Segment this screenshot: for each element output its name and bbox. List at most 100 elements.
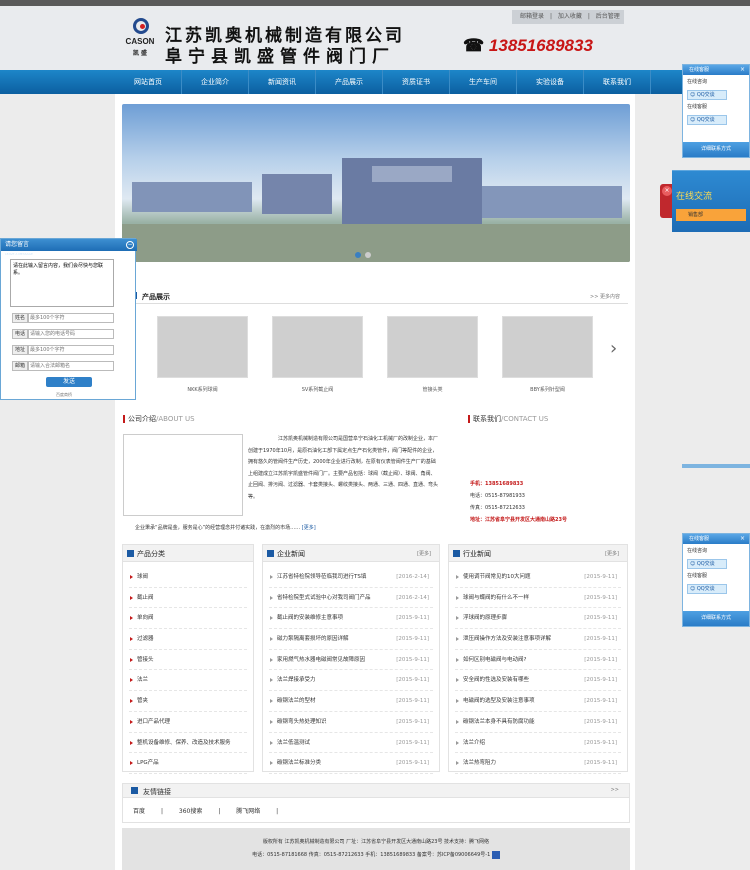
product-image[interactable]: [387, 316, 478, 378]
news-title[interactable]: 省特检院型式试验中心对我司阀门产品: [277, 595, 371, 601]
category-item[interactable]: 管接头: [129, 650, 247, 671]
product-image[interactable]: [157, 316, 248, 378]
nav-workshop[interactable]: 生产车间: [450, 70, 517, 94]
news-title[interactable]: 家用燃气热水器电磁阀常见故障原因: [277, 657, 365, 663]
name-input[interactable]: [28, 313, 114, 323]
news-item[interactable]: 安全阀的性选及安装有哪些 [2015-9-11]: [455, 670, 621, 692]
product-card[interactable]: NKK系列球阀: [155, 316, 250, 398]
product-caption[interactable]: BBY系列针型阀: [500, 386, 595, 393]
news-item[interactable]: 法兰低温测试 [2015-9-11]: [269, 733, 433, 754]
nav-products[interactable]: 产品展示: [316, 70, 383, 94]
message-textarea[interactable]: 请在此输入留言内容，我们会尽快与您联系。: [10, 259, 114, 307]
link-tengfei[interactable]: 腾飞网络: [236, 808, 260, 815]
news-title[interactable]: 泄压阀操作方法及安装注意事项详解: [463, 636, 551, 642]
news-item[interactable]: 磁力泵隔离套损坏的原因详解 [2015-9-11]: [269, 629, 433, 650]
nav-contact[interactable]: 联系我们: [584, 70, 651, 94]
news-title[interactable]: 使用调节阀常见的10大问题: [463, 574, 531, 580]
close-icon[interactable]: ×: [662, 186, 672, 196]
news-title[interactable]: 法兰热弯阻力: [463, 760, 496, 766]
news-title[interactable]: 碳钢弯头热处理知识: [277, 719, 327, 725]
product-caption[interactable]: SV系列截止阀: [270, 386, 365, 393]
link-email-login[interactable]: 邮箱登录: [520, 13, 544, 20]
product-image[interactable]: [272, 316, 363, 378]
news-title[interactable]: 电磁阀的选型及安装注意事项: [463, 698, 535, 704]
news-item[interactable]: 浮球阀的原理步骤 [2015-9-11]: [455, 608, 621, 630]
product-image[interactable]: [502, 316, 593, 378]
link-baidu[interactable]: 百度: [133, 808, 145, 815]
news-item[interactable]: 法兰介绍 [2015-9-11]: [455, 733, 621, 754]
category-item[interactable]: 单向阀: [129, 608, 247, 630]
banner-image[interactable]: [122, 104, 630, 262]
category-item[interactable]: 球阀: [129, 567, 247, 588]
category-item[interactable]: LPG产品: [129, 753, 247, 774]
news-title[interactable]: 球阀与蝶阀的有什么不一样: [463, 595, 529, 601]
qq-chat-button[interactable]: ☺ QQ交谈: [687, 90, 727, 100]
minimize-icon[interactable]: −: [126, 241, 134, 249]
banner-dot[interactable]: [365, 252, 371, 258]
send-button[interactable]: 发送: [46, 377, 92, 387]
qq-contact-details-button[interactable]: 详细联系方式: [683, 142, 749, 157]
news-item[interactable]: 电磁阀的选型及安装注意事项 [2015-9-11]: [455, 691, 621, 712]
qq-chat-button[interactable]: ☺ QQ交谈: [687, 559, 727, 569]
news-title[interactable]: 浮球阀的原理步骤: [463, 615, 507, 621]
news-title[interactable]: 江苏省特检院领导莅临我司进行TS填: [277, 574, 366, 580]
baidu-bridge-link[interactable]: 百度商桥: [56, 392, 72, 398]
news-title[interactable]: 碳钢法兰本身不具有防腐功能: [463, 719, 535, 725]
links-more-link[interactable]: >>: [611, 787, 619, 793]
news-title[interactable]: 磁力泵隔离套损坏的原因详解: [277, 636, 349, 642]
category-item[interactable]: 截止阀: [129, 588, 247, 609]
product-card[interactable]: SV系列截止阀: [270, 316, 365, 398]
news-item[interactable]: 泄压阀操作方法及安装注意事项详解 [2015-9-11]: [455, 629, 621, 650]
address-input[interactable]: [28, 345, 114, 355]
link-360[interactable]: 360搜索: [179, 808, 202, 815]
news-item[interactable]: 家用燃气热水器电磁阀常见故障原因 [2015-9-11]: [269, 650, 433, 671]
about-more-link[interactable]: [更多]: [302, 525, 316, 531]
news-item[interactable]: 江苏省特检院领导莅临我司进行TS填 [2016-2-14]: [269, 567, 433, 588]
qq-chat-button[interactable]: ☺ QQ交谈: [687, 115, 727, 125]
news-item[interactable]: 碳钢法兰的型材 [2015-9-11]: [269, 691, 433, 712]
category-item[interactable]: 管夹: [129, 691, 247, 712]
banner-dot[interactable]: [355, 252, 361, 258]
products-more-link[interactable]: >> 更多内容: [590, 293, 620, 300]
product-card[interactable]: BBY系列针型阀: [500, 316, 595, 398]
news-item[interactable]: 截止阀的安装维修主意事项 [2015-9-11]: [269, 608, 433, 630]
qq-contact-details-button[interactable]: 详细联系方式: [683, 611, 749, 626]
industry-news-more-link[interactable]: [更多]: [605, 550, 619, 557]
news-title[interactable]: 法兰焊接承受力: [277, 677, 316, 683]
news-item[interactable]: 使用调节阀常见的10大问题 [2015-9-11]: [455, 567, 621, 588]
news-item[interactable]: 碳钢弯头热处理知识 [2015-9-11]: [269, 712, 433, 733]
category-item[interactable]: 进口产品代理: [129, 712, 247, 733]
company-news-more-link[interactable]: [更多]: [417, 550, 431, 557]
product-caption[interactable]: 管接头类: [385, 386, 480, 393]
category-item[interactable]: 法兰: [129, 670, 247, 692]
close-icon[interactable]: ×: [740, 65, 745, 75]
news-item[interactable]: 如何区别电磁阀与电动阀? [2015-9-11]: [455, 650, 621, 671]
news-title[interactable]: 碳钢法兰标准分类: [277, 760, 321, 766]
news-title[interactable]: 法兰低温测试: [277, 740, 310, 746]
news-item[interactable]: 碳钢法兰标准分类 [2015-9-11]: [269, 753, 433, 774]
nav-certificates[interactable]: 资质证书: [383, 70, 450, 94]
news-item[interactable]: 球阀与蝶阀的有什么不一样 [2015-9-11]: [455, 588, 621, 609]
news-item[interactable]: 法兰焊接承受力 [2015-9-11]: [269, 670, 433, 692]
product-card[interactable]: 管接头类: [385, 316, 480, 398]
phone-input[interactable]: [28, 329, 114, 339]
qq-chat-button[interactable]: ☺ QQ交谈: [687, 584, 727, 594]
category-item[interactable]: 过滤器: [129, 629, 247, 650]
sales-dept-button[interactable]: 销售部: [676, 209, 746, 221]
email-input[interactable]: [28, 361, 114, 371]
police-badge-icon[interactable]: [491, 850, 500, 859]
link-add-favorite[interactable]: 加入收藏: [558, 13, 582, 20]
news-item[interactable]: 碳钢法兰本身不具有防腐功能 [2015-9-11]: [455, 712, 621, 733]
news-title[interactable]: 碳钢法兰的型材: [277, 698, 316, 704]
news-item[interactable]: 法兰热弯阻力 [2015-9-11]: [455, 753, 621, 774]
category-item[interactable]: 整机设备维修、保养、改造及技术服务: [129, 733, 247, 754]
company-logo[interactable]: CASON 凯 盛: [122, 18, 158, 62]
nav-home[interactable]: 网站首页: [115, 70, 182, 94]
nav-lab[interactable]: 实验设备: [517, 70, 584, 94]
news-title[interactable]: 安全阀的性选及安装有哪些: [463, 677, 529, 683]
close-icon[interactable]: ×: [740, 534, 745, 544]
news-item[interactable]: 省特检院型式试验中心对我司阀门产品 [2016-2-14]: [269, 588, 433, 609]
arrow-right-icon[interactable]: ›: [610, 340, 617, 358]
link-admin[interactable]: 后台管理: [596, 13, 620, 20]
news-title[interactable]: 法兰介绍: [463, 740, 485, 746]
